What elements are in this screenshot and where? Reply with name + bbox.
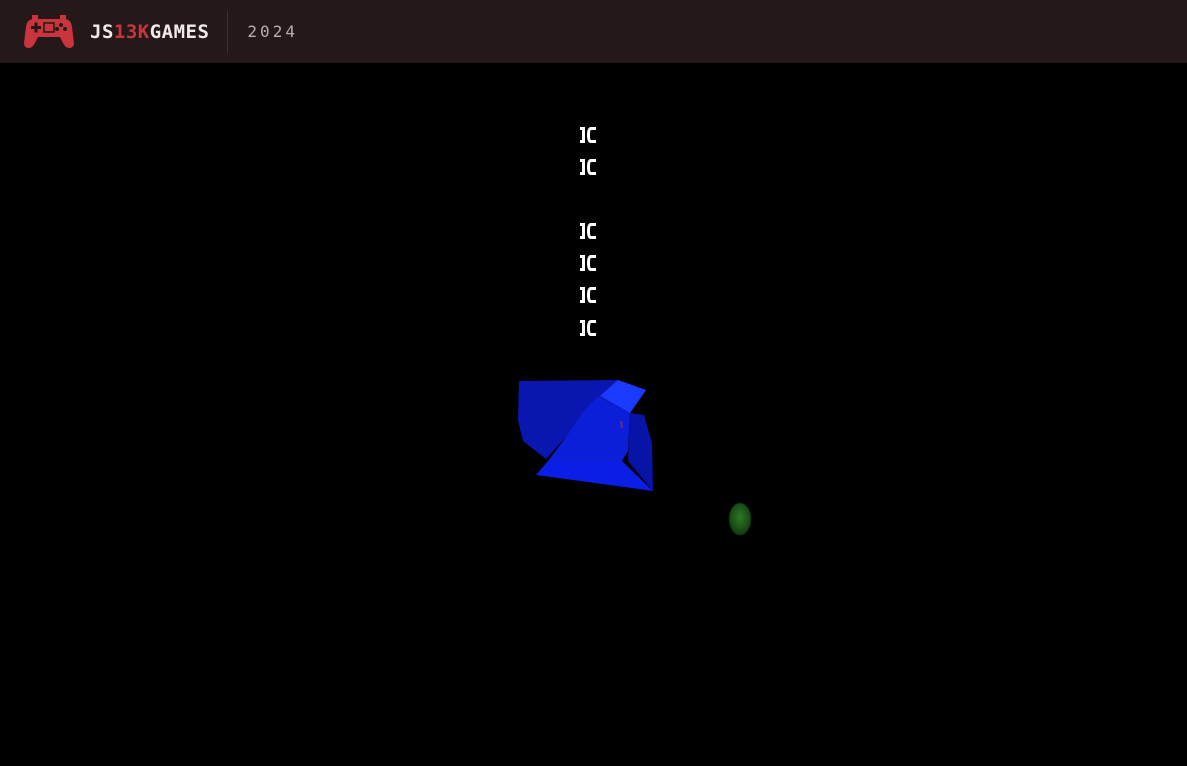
brand-accent: 13K bbox=[113, 20, 150, 43]
header-divider bbox=[227, 10, 229, 53]
bracket-glyph-icon bbox=[576, 252, 600, 274]
brand-suffix: GAMES bbox=[149, 20, 210, 43]
site-header: JS13KGAMES 2024 bbox=[0, 0, 1187, 63]
year-link[interactable]: 2024 bbox=[247, 22, 298, 41]
brand-prefix: JS bbox=[90, 20, 114, 43]
bracket-glyph-icon bbox=[576, 317, 600, 339]
game-canvas[interactable] bbox=[0, 63, 1187, 766]
green-orb bbox=[728, 502, 752, 536]
brand-wordmark: JS13KGAMES bbox=[90, 21, 209, 43]
home-logo-link[interactable]: JS13KGAMES bbox=[0, 0, 209, 63]
bracket-glyph-icon bbox=[576, 124, 600, 146]
bracket-glyph-icon bbox=[576, 156, 600, 178]
gamepad-icon bbox=[24, 14, 74, 48]
blue-polyhedron bbox=[518, 380, 653, 491]
bracket-glyph-icon bbox=[576, 284, 600, 306]
bracket-glyph-icon bbox=[576, 220, 600, 242]
